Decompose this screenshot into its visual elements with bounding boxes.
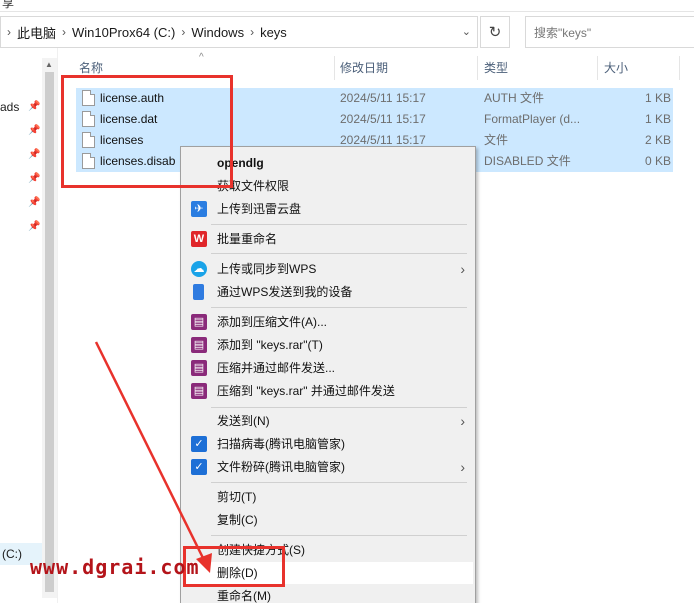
ribbon-tab[interactable]: 享 [2,0,14,11]
thunder-cloud-icon: ✈ [191,201,207,217]
search-placeholder: 搜索"keys" [534,25,592,40]
column-date[interactable]: 修改日期 [323,56,467,80]
menu-item-label: 发送到(N) [217,414,270,428]
menu-item-upload-thunder[interactable]: ✈ 上传到迅雷云盘 [183,198,473,220]
chevron-right-icon: › [460,459,465,475]
file-size: 1 KB [644,112,671,126]
pin-icon[interactable]: 📌 [28,125,40,136]
context-menu: opendlg 获取文件权限 ✈ 上传到迅雷云盘 W 批量重命名 ☁ 上传或同步… [180,146,476,603]
menu-item-label: 文件粉碎(腾讯电脑管家) [217,460,345,474]
menu-item-label: 添加到 "keys.rar"(T) [217,338,323,352]
cloud-icon: ☁ [191,261,207,277]
menu-item-wps-sync[interactable]: ☁ 上传或同步到WPS › [183,258,473,280]
menu-item-label: 扫描病毒(腾讯电脑管家) [217,437,345,451]
file-type: AUTH 文件 [484,91,545,105]
winrar-icon: ▤ [191,337,207,353]
breadcrumb-windows[interactable]: Windows [191,25,244,40]
chevron-right-icon[interactable]: › [56,25,72,39]
phone-icon [193,284,204,300]
file-type: FormatPlayer (d... [484,112,581,126]
chevron-right-icon: › [460,413,465,429]
ribbon: 享 [0,0,694,12]
menu-item-rename[interactable]: 重命名(M) [183,585,473,603]
file-type: DISABLED 文件 [484,154,571,168]
file-type: 文件 [484,133,509,147]
nav-item-downloads[interactable]: ads [0,100,19,114]
menu-item-send-to[interactable]: 发送到(N) › [183,410,473,432]
annotation-box-files [61,75,233,188]
file-size: 2 KB [644,133,671,147]
explorer-window: 享 › 此电脑 › Win10Prox64 (C:) › Windows › k… [0,0,694,603]
menu-item-label: 复制(C) [217,513,258,527]
menu-item-file-shredder[interactable]: ✓ 文件粉碎(腾讯电脑管家) › [183,456,473,478]
scroll-up-icon[interactable]: ▲ [45,60,53,69]
menu-separator [211,307,467,308]
menu-item-label: 通过WPS发送到我的设备 [217,285,353,299]
pin-icon[interactable]: 📌 [28,149,40,160]
search-input[interactable]: 搜索"keys" [525,16,694,48]
menu-item-virus-scan[interactable]: ✓ 扫描病毒(腾讯电脑管家) [183,433,473,455]
column-size[interactable]: 大小 [587,56,667,80]
menu-item-label: 添加到压缩文件(A)... [217,315,327,329]
menu-item-batch-rename[interactable]: W 批量重命名 [183,228,473,250]
watermark: www.dgrai.com [30,555,200,579]
file-date: 2024/5/11 15:17 [340,91,426,105]
chevron-right-icon[interactable]: › [244,25,260,39]
menu-item-cut[interactable]: 剪切(T) [183,486,473,508]
menu-item-label: 压缩到 "keys.rar" 并通过邮件发送 [217,384,395,398]
menu-separator [211,535,467,536]
menu-item-label: 上传或同步到WPS [217,262,317,276]
chevron-down-icon[interactable]: ⌄ [462,25,471,38]
menu-item-label: 压缩并通过邮件发送... [217,361,336,375]
refresh-button[interactable]: ↻ [480,16,510,48]
menu-separator [211,482,467,483]
chevron-right-icon[interactable]: › [175,25,191,39]
menu-item-wps-send-device[interactable]: 通过WPS发送到我的设备 [183,281,473,303]
winrar-icon: ▤ [191,360,207,376]
menu-separator [211,253,467,254]
menu-item-label: 批量重命名 [217,232,278,246]
menu-item-add-archive[interactable]: ▤ 添加到压缩文件(A)... [183,311,473,333]
column-divider[interactable] [679,56,680,80]
chevron-right-icon: › [7,25,11,39]
column-type[interactable]: 类型 [467,56,585,80]
menu-item-label: 上传到迅雷云盘 [217,202,302,216]
menu-item-compress-email[interactable]: ▤ 压缩并通过邮件发送... [183,357,473,379]
pin-icon[interactable]: 📌 [28,173,40,184]
winrar-icon: ▤ [191,383,207,399]
file-date: 2024/5/11 15:17 [340,112,426,126]
pin-icon[interactable]: 📌 [28,221,40,232]
breadcrumb-this-pc[interactable]: 此电脑 [17,23,56,42]
breadcrumb-keys[interactable]: keys [260,25,287,40]
address-bar[interactable]: › 此电脑 › Win10Prox64 (C:) › Windows › key… [0,16,478,48]
menu-item-add-keys-rar[interactable]: ▤ 添加到 "keys.rar"(T) [183,334,473,356]
pin-icon[interactable]: 📌 [28,197,40,208]
menu-item-copy[interactable]: 复制(C) [183,509,473,531]
nav-scrollbar-thumb[interactable] [45,72,54,592]
refresh-icon: ↻ [488,24,502,41]
menu-separator [211,407,467,408]
menu-separator [211,224,467,225]
navigation-pane: ads 📌 📌 📌 📌 📌 📌 ▲ (C:) [0,48,58,603]
winrar-icon: ▤ [191,314,207,330]
breadcrumb-drive[interactable]: Win10Prox64 (C:) [72,25,175,40]
address-bar-area: › 此电脑 › Win10Prox64 (C:) › Windows › key… [0,16,694,48]
menu-item-label: 剪切(T) [217,490,257,504]
wps-icon: W [191,231,207,247]
pin-icon[interactable]: 📌 [28,101,40,112]
tencent-shield-icon: ✓ [191,436,207,452]
chevron-right-icon: › [460,261,465,277]
file-size: 1 KB [644,91,671,105]
file-size: 0 KB [644,154,671,168]
menu-item-compress-keys-email[interactable]: ▤ 压缩到 "keys.rar" 并通过邮件发送 [183,380,473,402]
tencent-shield-icon: ✓ [191,459,207,475]
nav-scrollbar[interactable]: ▲ [42,58,57,598]
menu-item-label: 重命名(M) [217,589,271,603]
